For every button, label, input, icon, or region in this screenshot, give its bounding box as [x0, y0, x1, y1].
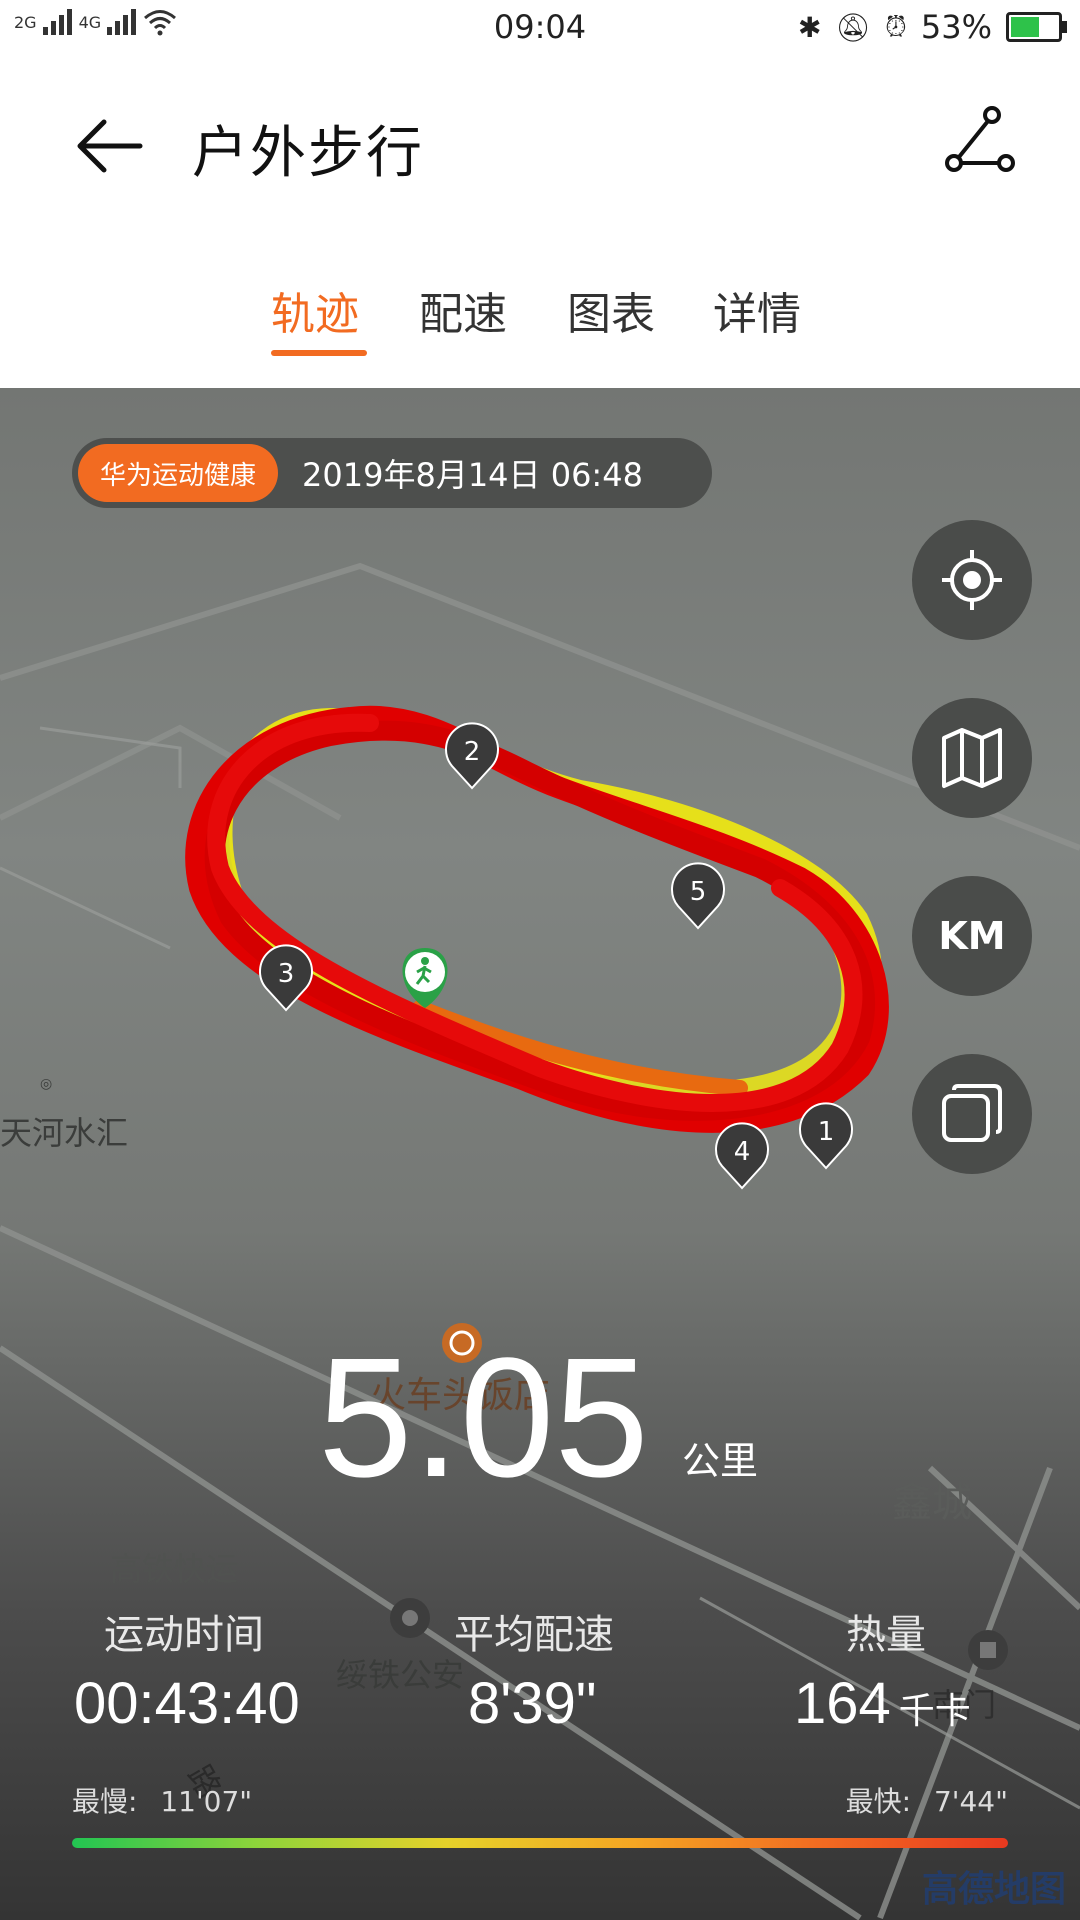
fastest-value: 7'44" — [933, 1785, 1008, 1818]
route-icon[interactable] — [940, 101, 1020, 181]
km-marker-4: 4 — [715, 1122, 769, 1190]
calories-value: 164 — [794, 1671, 891, 1736]
slowest-pace: 最慢: 11'07" — [72, 1780, 252, 1820]
calories-label: 热量 — [846, 1612, 926, 1658]
svg-text:2: 2 — [464, 737, 481, 767]
tab-track[interactable]: 轨迹 — [271, 278, 359, 342]
calories-unit: 千卡 — [898, 1690, 971, 1731]
alarm-icon: ⏰︎ — [885, 10, 907, 43]
distance-summary: 5.05 公里 — [0, 1323, 1080, 1513]
stats-row: 运动时间 00:43:40 平均配速 8'39" 热量 164 千卡 — [0, 1590, 1080, 1750]
fastest-label: 最快: — [845, 1785, 912, 1818]
calories-block: 164 千卡 — [794, 1670, 971, 1737]
svg-text:1: 1 — [818, 1117, 835, 1147]
svg-text:3: 3 — [278, 959, 295, 989]
avg-pace-value: 8'39" — [468, 1671, 597, 1736]
bell-mute-icon: 🔕︎ — [835, 10, 872, 44]
slowest-label: 最慢: — [72, 1785, 138, 1818]
fastest-pace: 最快: 7'44" — [846, 1780, 1008, 1820]
distance-value: 5.05 — [318, 1323, 649, 1513]
back-arrow-icon[interactable] — [70, 106, 150, 186]
pace-gradient-bar — [72, 1838, 1008, 1848]
tab-bar: 轨迹 配速 图表 详情 — [0, 230, 1080, 388]
tab-details[interactable]: 详情 — [713, 278, 801, 342]
duration-value: 00:43:40 — [74, 1671, 300, 1736]
status-bar: 2G 4G 09:04 ✱ 🔕︎ ⏰︎ 53% — [0, 0, 1080, 56]
pace-range: 最慢: 11'07" 最快: 7'44" — [0, 1780, 1080, 1860]
battery-icon — [1006, 12, 1067, 42]
start-marker — [402, 948, 448, 1008]
system-indicators: ✱ 🔕︎ ⏰︎ 53% — [798, 8, 1067, 46]
km-marker-5: 5 — [671, 862, 725, 930]
battery-percent: 53% — [920, 8, 992, 46]
km-marker-2: 2 — [445, 722, 499, 790]
bluetooth-icon: ✱ — [798, 10, 822, 44]
km-marker-1: 1 — [799, 1102, 853, 1170]
svg-text:4: 4 — [734, 1137, 751, 1167]
duration-label: 运动时间 — [104, 1612, 264, 1658]
tab-charts[interactable]: 图表 — [567, 278, 655, 342]
map-provider-watermark: 高德地图 — [921, 1869, 1066, 1910]
svg-text:5: 5 — [690, 877, 707, 907]
slowest-value: 11'07" — [160, 1785, 253, 1818]
tab-pace[interactable]: 配速 — [419, 278, 507, 342]
active-tab-indicator — [271, 350, 367, 356]
page-title: 户外步行 — [192, 121, 424, 186]
distance-unit: 公里 — [682, 1439, 759, 1483]
app-bar: 户外步行 — [0, 56, 1080, 226]
avg-pace-label: 平均配速 — [454, 1612, 614, 1658]
